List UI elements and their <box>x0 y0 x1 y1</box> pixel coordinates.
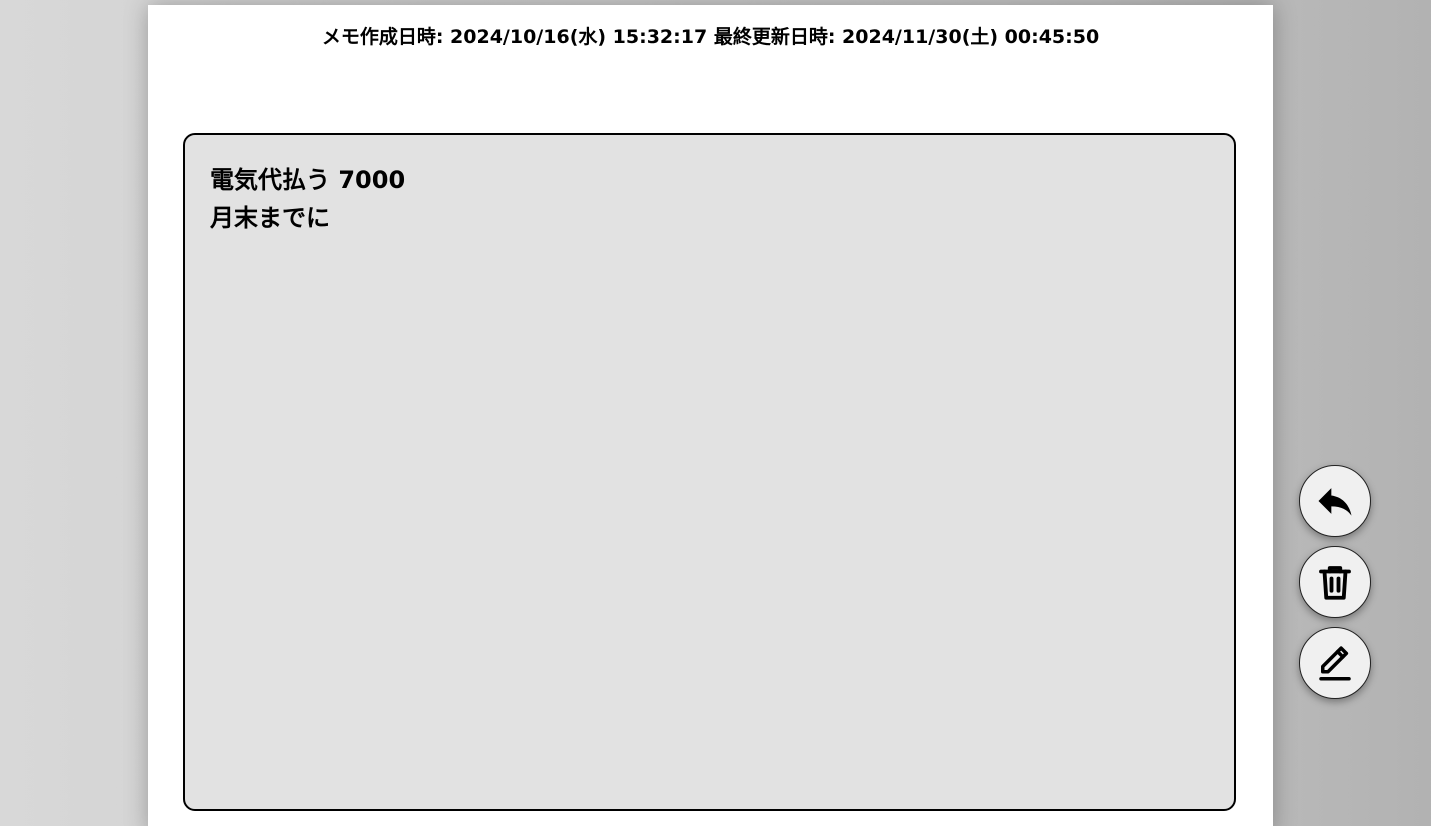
memo-content-box: 電気代払う 7000 月末までに <box>183 133 1236 811</box>
updated-label: 最終更新日時: <box>713 26 836 48</box>
memo-line: 電気代払う 7000 <box>210 166 406 194</box>
memo-body: 電気代払う 7000 月末までに <box>210 161 405 237</box>
memo-sheet: メモ作成日時: 2024/10/16(水) 15:32:17 最終更新日時: 2… <box>148 5 1273 826</box>
pencil-edit-icon <box>1314 642 1356 684</box>
updated-value: 2024/11/30(土) 00:45:50 <box>842 26 1100 48</box>
edit-button[interactable] <box>1299 627 1371 699</box>
delete-button[interactable] <box>1299 546 1371 618</box>
memo-line: 月末までに <box>210 204 330 232</box>
reply-arrow-icon <box>1313 479 1357 523</box>
back-button[interactable] <box>1299 465 1371 537</box>
trash-icon <box>1314 561 1356 603</box>
memo-timestamps: メモ作成日時: 2024/10/16(水) 15:32:17 最終更新日時: 2… <box>148 26 1273 48</box>
created-value: 2024/10/16(水) 15:32:17 <box>450 26 708 48</box>
created-label: メモ作成日時: <box>321 26 444 48</box>
